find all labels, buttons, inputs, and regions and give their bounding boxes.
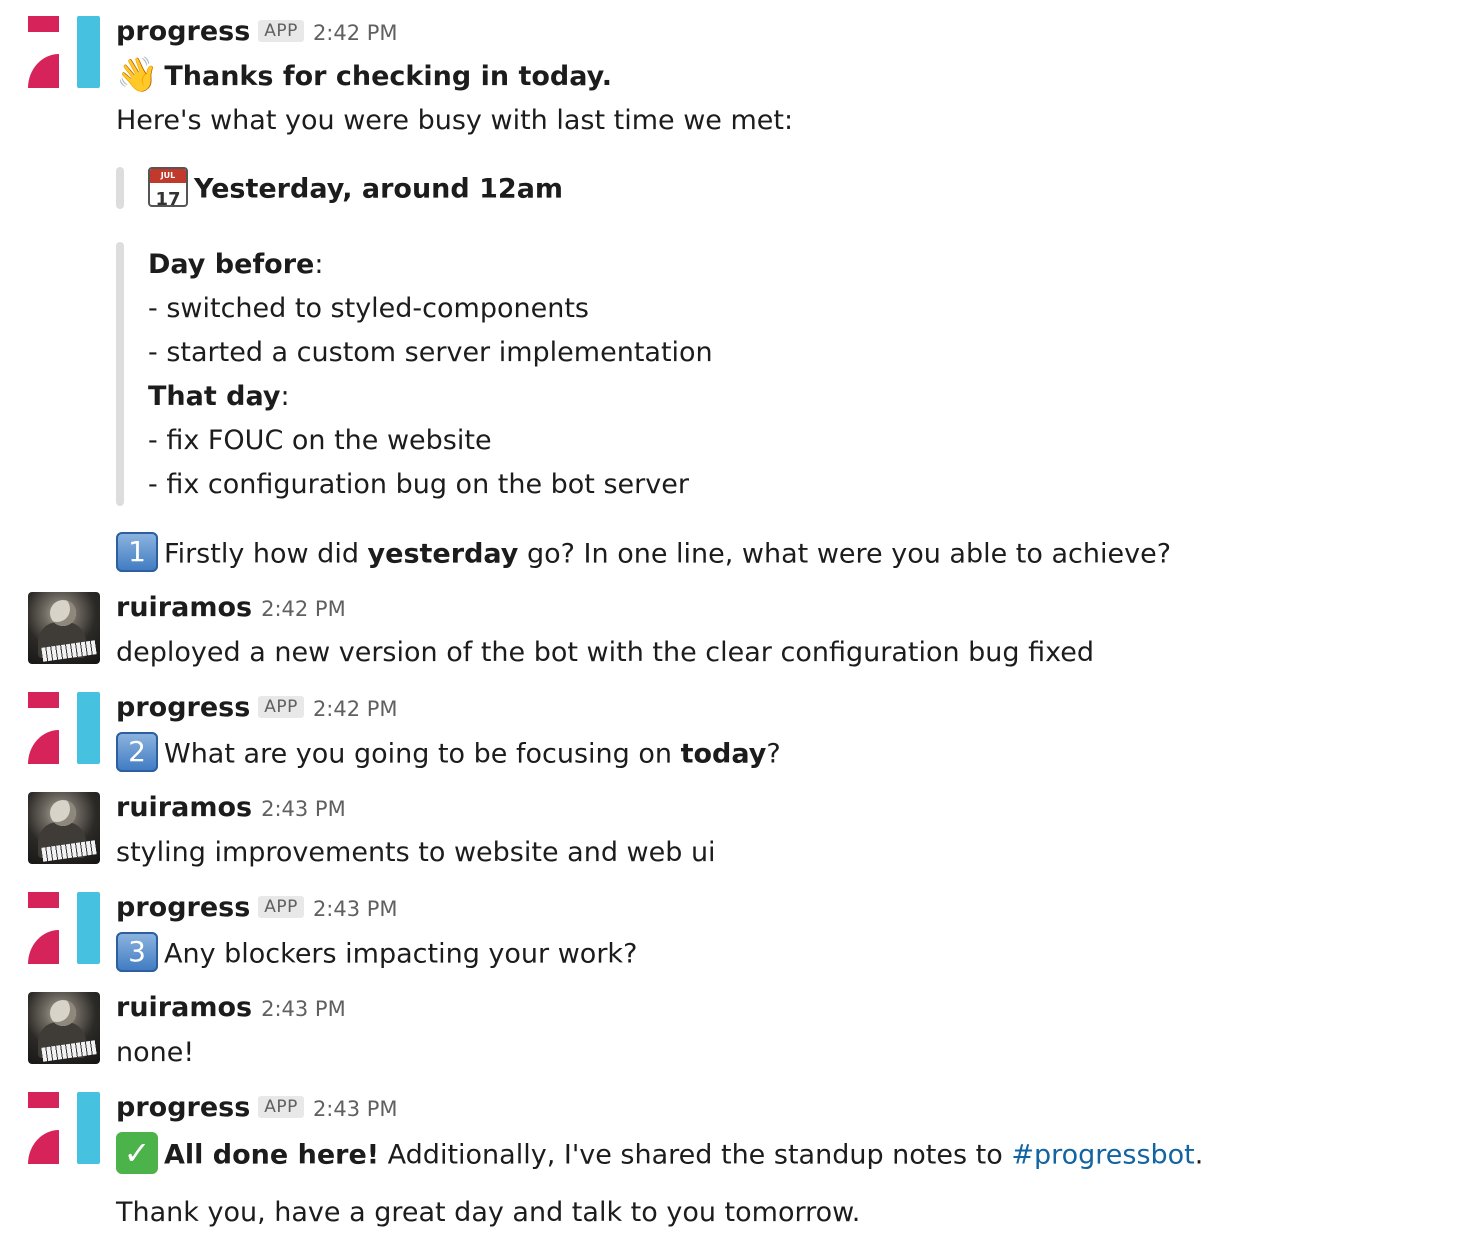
timestamp[interactable]: 2:43 PM xyxy=(313,1097,398,1121)
app-badge: APP xyxy=(258,20,304,42)
list-item: - fix configuration bug on the bot serve… xyxy=(148,469,689,500)
app-badge: APP xyxy=(258,696,304,718)
list-item: - started a custom server implementation xyxy=(148,337,713,368)
author-name[interactable]: ruiramos xyxy=(116,792,252,823)
progress-logo-avatar[interactable] xyxy=(28,1092,100,1164)
message-header: ruiramos 2:43 PM xyxy=(116,992,346,1028)
progress-logo-avatar[interactable] xyxy=(28,892,100,964)
channel-link[interactable]: #progressbot xyxy=(1011,1140,1194,1171)
user-avatar[interactable] xyxy=(28,792,100,864)
timestamp[interactable]: 2:43 PM xyxy=(313,897,398,921)
message-text: deployed a new version of the bot with t… xyxy=(116,637,1095,668)
message-text: styling improvements to website and web … xyxy=(116,837,716,868)
author-name[interactable]: ruiramos xyxy=(116,592,252,623)
closing-text: Thank you, have a great day and talk to … xyxy=(116,1197,861,1228)
user-avatar[interactable] xyxy=(28,992,100,1064)
intro-text: Here's what you were busy with last time… xyxy=(116,105,794,136)
quote-bar xyxy=(116,167,124,209)
intro-title: 👋 Thanks for checking in today. xyxy=(116,54,612,95)
app-badge: APP xyxy=(258,896,304,918)
progress-logo-avatar[interactable] xyxy=(28,16,100,88)
message-header: progress APP 2:42 PM xyxy=(116,692,398,728)
timestamp[interactable]: 2:42 PM xyxy=(313,21,398,45)
progress-logo-avatar[interactable] xyxy=(28,692,100,764)
wave-emoji-icon: 👋 xyxy=(116,54,159,95)
that-day-label: That day: xyxy=(148,381,290,412)
question-two: 2 What are you going to be focusing on to… xyxy=(116,732,781,775)
quote-bar xyxy=(116,242,124,506)
keycap-three-icon: 3 xyxy=(116,932,158,972)
author-name[interactable]: progress xyxy=(116,1092,250,1123)
list-item: - fix FOUC on the website xyxy=(148,425,492,456)
message-header: progress APP 2:43 PM xyxy=(116,892,398,928)
app-badge: APP xyxy=(258,1096,304,1118)
author-name[interactable]: progress xyxy=(116,16,250,47)
timestamp[interactable]: 2:43 PM xyxy=(261,797,346,821)
timestamp[interactable]: 2:42 PM xyxy=(313,697,398,721)
question-one: 1 Firstly how did yesterday go? In one li… xyxy=(116,532,1171,575)
check-mark-icon: ✓ xyxy=(116,1132,158,1174)
keycap-one-icon: 1 xyxy=(116,532,158,572)
timestamp[interactable]: 2:43 PM xyxy=(261,997,346,1021)
calendar-icon: JUL 17 xyxy=(148,167,188,207)
quote-heading: JUL 17 Yesterday, around 12am xyxy=(148,167,563,210)
list-item: - switched to styled-components xyxy=(148,293,589,324)
message-header: progress APP 2:43 PM xyxy=(116,1092,398,1128)
question-three: 3 Any blockers impacting your work? xyxy=(116,932,637,975)
done-text: ✓ All done here! Additionally, I've share… xyxy=(116,1132,1203,1177)
author-name[interactable]: progress xyxy=(116,692,250,723)
message-text: none! xyxy=(116,1037,195,1068)
message-header: ruiramos 2:43 PM xyxy=(116,792,346,828)
user-avatar[interactable] xyxy=(28,592,100,664)
author-name[interactable]: progress xyxy=(116,892,250,923)
message-header: progress APP 2:42 PM xyxy=(116,16,398,52)
message-header: ruiramos 2:42 PM xyxy=(116,592,346,628)
keycap-two-icon: 2 xyxy=(116,732,158,772)
day-before-label: Day before: xyxy=(148,249,324,280)
timestamp[interactable]: 2:42 PM xyxy=(261,597,346,621)
author-name[interactable]: ruiramos xyxy=(116,992,252,1023)
